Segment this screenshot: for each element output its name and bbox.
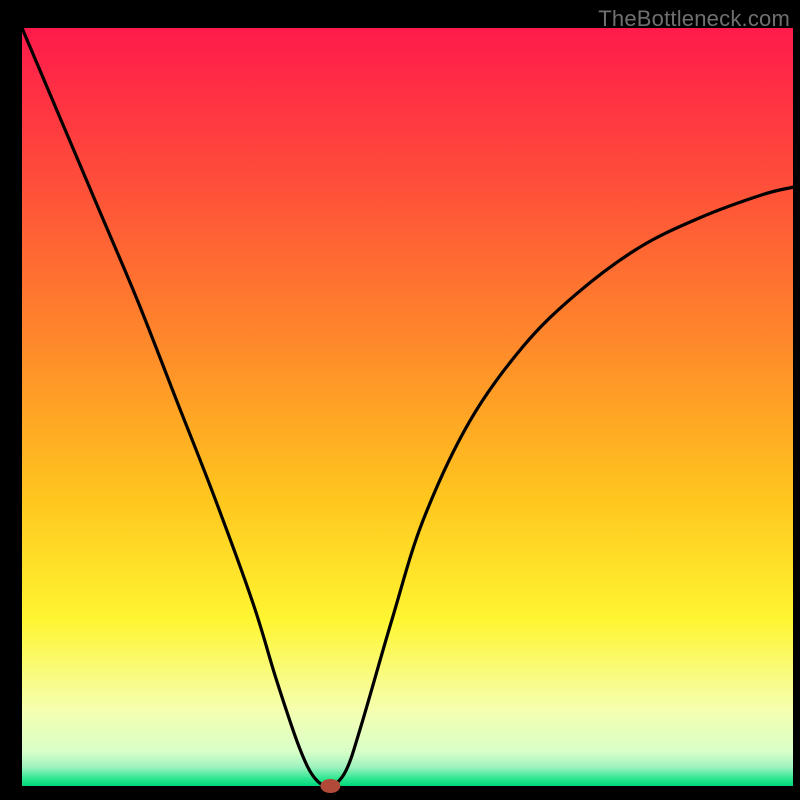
- optimal-marker: [320, 779, 340, 793]
- plot-background: [22, 28, 793, 786]
- bottleneck-chart: [0, 0, 800, 800]
- watermark-text: TheBottleneck.com: [598, 6, 790, 32]
- chart-stage: TheBottleneck.com: [0, 0, 800, 800]
